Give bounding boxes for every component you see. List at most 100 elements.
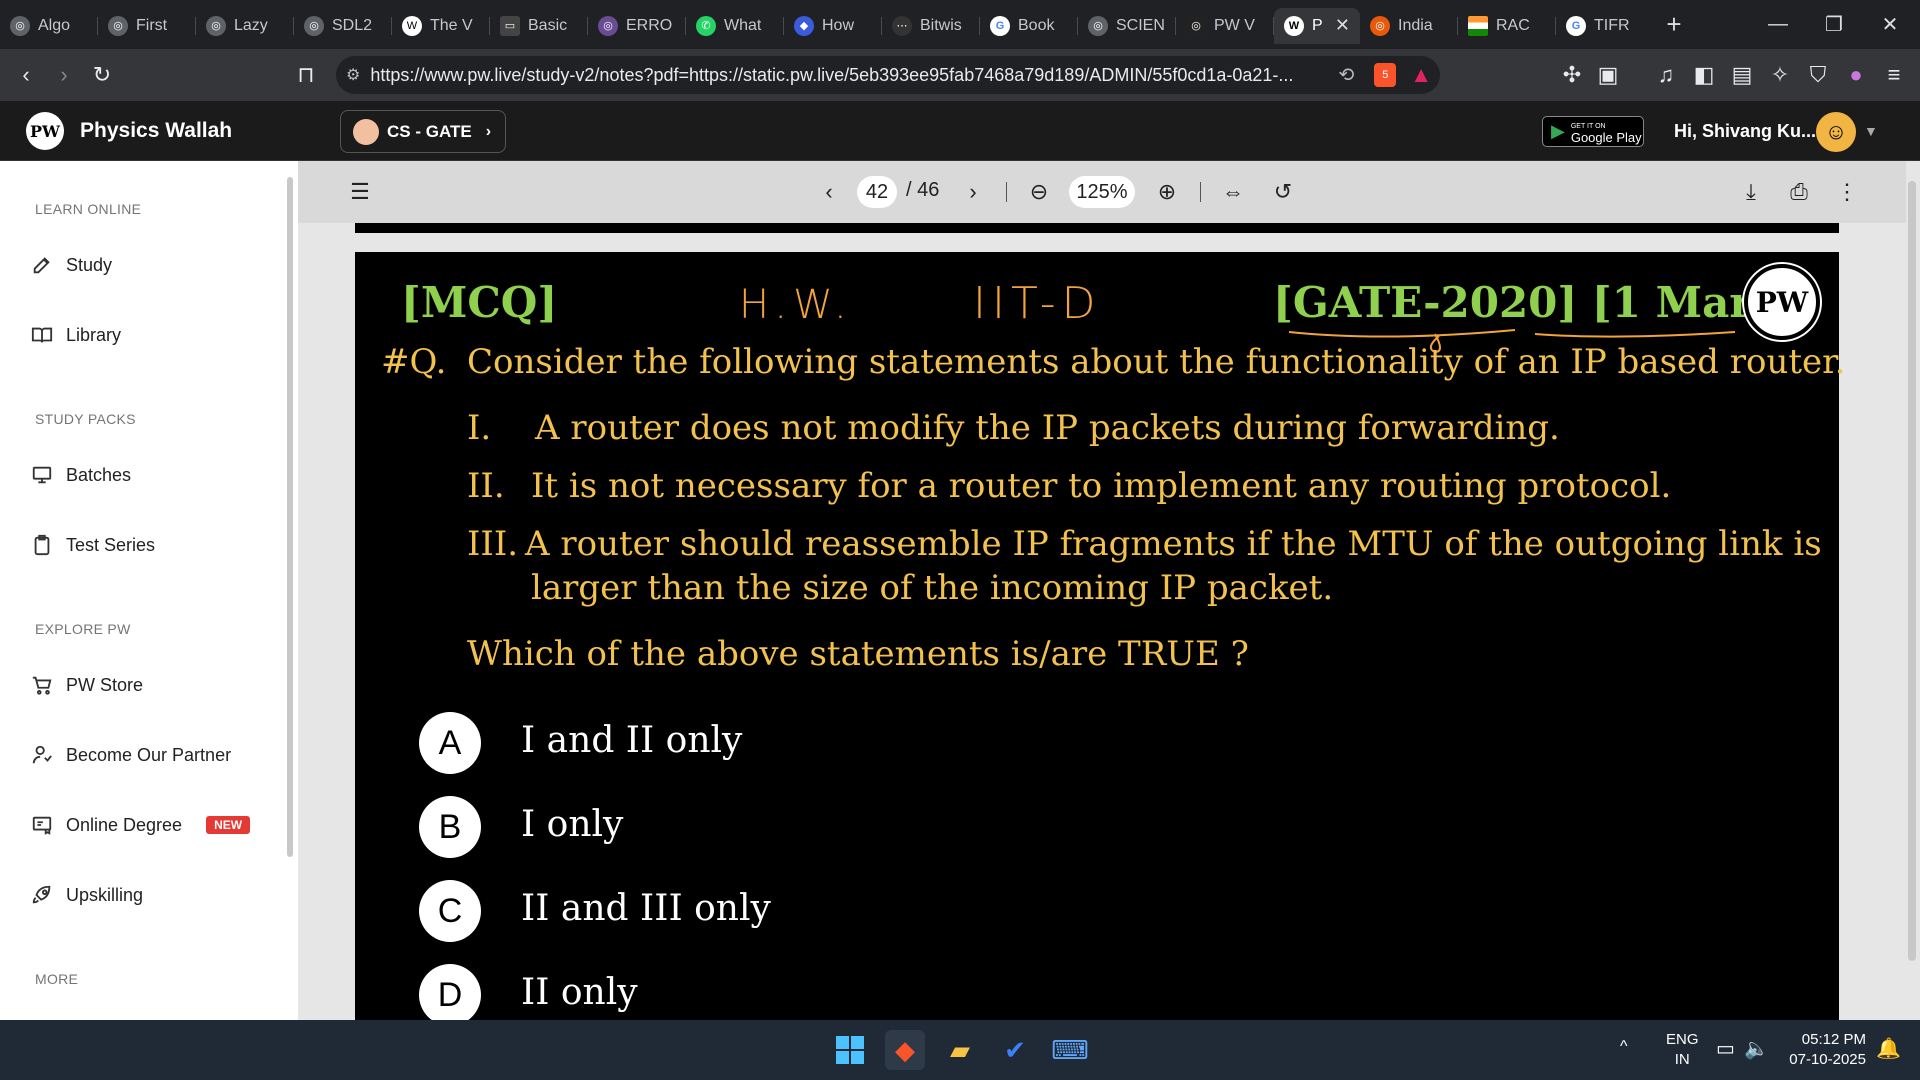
- pw-watermark-logo: PW: [1744, 264, 1820, 340]
- minimize-button[interactable]: —: [1748, 0, 1808, 49]
- browser-tab[interactable]: ◎ First: [98, 8, 196, 44]
- option-b-circle[interactable]: B: [419, 796, 481, 858]
- sidebar-section-title: STUDY PACKS: [35, 411, 136, 427]
- browser-tab-active[interactable]: W P ✕: [1274, 7, 1360, 44]
- reader-icon[interactable]: ▣: [1592, 59, 1624, 91]
- browser-tab[interactable]: ◎ Algo: [0, 8, 98, 44]
- sidebar-item-library[interactable]: Library: [30, 323, 121, 347]
- browser-tab[interactable]: ◎ SCIEN: [1078, 8, 1176, 44]
- sidebar-item-online-degree[interactable]: Online Degree NEW: [30, 813, 251, 837]
- media-icon[interactable]: ♫: [1650, 59, 1682, 91]
- clock[interactable]: 05:12 PM 07-10-2025: [1784, 1030, 1866, 1070]
- browser-tab[interactable]: ⋯ Bitwis: [882, 8, 980, 44]
- rotate-icon[interactable]: ↺: [1266, 175, 1300, 209]
- more-options-icon[interactable]: ⋮: [1830, 175, 1864, 209]
- sidebar-item-test-series[interactable]: Test Series: [30, 533, 155, 557]
- browser-tab[interactable]: RAC: [1458, 8, 1556, 44]
- google-play-button[interactable]: ▶ GET IT ON Google Play: [1542, 116, 1644, 147]
- sidebar-section-title: MORE: [35, 971, 79, 987]
- language-indicator[interactable]: ENG IN: [1666, 1030, 1699, 1070]
- globe-icon: ◎: [10, 15, 30, 36]
- option-d-circle[interactable]: D: [419, 964, 481, 1026]
- rocket-icon: [30, 883, 54, 907]
- browser-tab[interactable]: ▭ Basic: [490, 8, 588, 44]
- user-greeting[interactable]: Hi, Shivang Ku...: [1674, 121, 1816, 142]
- site-settings-icon[interactable]: ⚙: [346, 65, 360, 85]
- network-icon[interactable]: ▭: [1716, 1036, 1735, 1061]
- page-total: / 46: [906, 179, 940, 201]
- sidebar: LEARN ONLINE Study Library STUDY PACKS B…: [0, 161, 298, 1020]
- notification-bell-icon[interactable]: 🔔: [1876, 1036, 1901, 1061]
- browser-tab[interactable]: ◎ India: [1360, 8, 1458, 44]
- browser-tab[interactable]: ◎ PW V: [1176, 8, 1274, 44]
- vpn-icon[interactable]: ⛉: [1802, 59, 1834, 91]
- google-icon: G: [990, 15, 1010, 36]
- browser-tab[interactable]: ◎ Lazy: [196, 8, 294, 44]
- sidebar-item-partner[interactable]: Become Our Partner: [30, 743, 231, 767]
- brave-shield-icon[interactable]: 5: [1374, 63, 1397, 87]
- new-tab-button[interactable]: +: [1654, 9, 1694, 40]
- fit-page-icon[interactable]: ⇔: [1216, 175, 1250, 209]
- pw-logo[interactable]: PW: [26, 112, 64, 150]
- browser-tab-strip: ◎ Algo ◎ First ◎ Lazy ◎ SDL2 W The V ▭ Basic ◎…: [0, 0, 1920, 49]
- address-bar[interactable]: ⚙ https://www.pw.live/study-v2/notes?pdf…: [336, 56, 1440, 94]
- pdf-viewer: ☰ ‹ 42 / 46 › ⊖ 125% ⊕ ⇔ ↺ ⤓ ⎙ ⋮ [MCQ] H…: [298, 161, 1920, 1032]
- brave-rewards-icon[interactable]: ▲: [1410, 62, 1432, 88]
- next-page-icon[interactable]: ›: [956, 175, 990, 209]
- handwritten-note-iitd: IIT-D: [973, 278, 1102, 329]
- start-icon[interactable]: [830, 1030, 870, 1070]
- zoom-level[interactable]: 125%: [1069, 176, 1135, 208]
- option-d-text: II only: [521, 972, 638, 1013]
- w3-icon: W: [402, 15, 422, 36]
- show-hidden-icons[interactable]: ^: [1620, 1038, 1628, 1056]
- browser-tab[interactable]: G Book: [980, 8, 1078, 44]
- leo-icon[interactable]: ✧: [1764, 59, 1796, 91]
- sidebar-item-pw-store[interactable]: PW Store: [30, 673, 143, 697]
- chevron-down-icon[interactable]: ▼: [1864, 123, 1878, 139]
- browser-tab[interactable]: W The V: [392, 8, 490, 44]
- wallet-icon[interactable]: ▤: [1726, 59, 1758, 91]
- keyboard-app-icon[interactable]: ⌨: [1050, 1030, 1090, 1070]
- file-explorer-icon[interactable]: ▰: [940, 1030, 980, 1070]
- menu-icon[interactable]: ≡: [1878, 59, 1910, 91]
- zoom-out-icon[interactable]: ⊖: [1022, 175, 1056, 209]
- history-icon[interactable]: ⟲: [1338, 64, 1354, 87]
- print-icon[interactable]: ⎙: [1782, 175, 1816, 209]
- restore-button[interactable]: ❐: [1804, 0, 1864, 49]
- download-icon[interactable]: ⤓: [1734, 175, 1768, 209]
- close-tab-icon[interactable]: ✕: [1335, 15, 1350, 36]
- zoom-in-icon[interactable]: ⊕: [1150, 175, 1184, 209]
- todo-icon[interactable]: ✔: [995, 1030, 1035, 1070]
- sidebar-toggle-icon[interactable]: ◧: [1688, 59, 1720, 91]
- brave-browser-icon[interactable]: ◆: [885, 1030, 925, 1070]
- back-icon[interactable]: ‹: [10, 59, 42, 91]
- globe-icon: ◎: [1088, 15, 1108, 36]
- browser-tab[interactable]: ◆ How: [784, 8, 882, 44]
- batch-selector[interactable]: CS - GATE ›: [340, 110, 506, 153]
- sidebar-item-batches[interactable]: Batches: [30, 463, 131, 487]
- sidebar-item-upskilling[interactable]: Upskilling: [30, 883, 143, 907]
- handwritten-note-hw: H.W.: [739, 282, 853, 328]
- option-c-circle[interactable]: C: [419, 880, 481, 942]
- forward-icon[interactable]: ›: [48, 59, 80, 91]
- sidebar-scrollbar[interactable]: [287, 177, 293, 857]
- prev-page-icon[interactable]: ‹: [812, 175, 846, 209]
- brand-name[interactable]: Physics Wallah: [80, 119, 232, 143]
- page-number-input[interactable]: 42: [857, 176, 897, 208]
- pdf-scrollbar[interactable]: [1908, 181, 1916, 961]
- profile-icon[interactable]: ●: [1840, 59, 1872, 91]
- hamburger-menu-icon[interactable]: ☰: [343, 175, 377, 209]
- bookmark-page-icon[interactable]: ⊓: [290, 59, 322, 91]
- browser-tab[interactable]: ◎ SDL2: [294, 8, 392, 44]
- extensions-icon[interactable]: ✣: [1556, 59, 1588, 91]
- volume-icon[interactable]: 🔈: [1744, 1036, 1769, 1061]
- option-a-circle[interactable]: A: [419, 712, 481, 774]
- sidebar-item-study[interactable]: Study: [30, 253, 112, 277]
- avatar[interactable]: ☺: [1816, 112, 1856, 152]
- reload-icon[interactable]: ↻: [86, 59, 118, 91]
- statement-text: A router does not modify the IP packets …: [535, 408, 1560, 448]
- browser-tab[interactable]: ✆ What: [686, 8, 784, 44]
- close-window-button[interactable]: ✕: [1860, 0, 1920, 49]
- browser-tab[interactable]: ◎ ERRO: [588, 8, 686, 44]
- browser-tab[interactable]: G TIFR: [1556, 8, 1654, 44]
